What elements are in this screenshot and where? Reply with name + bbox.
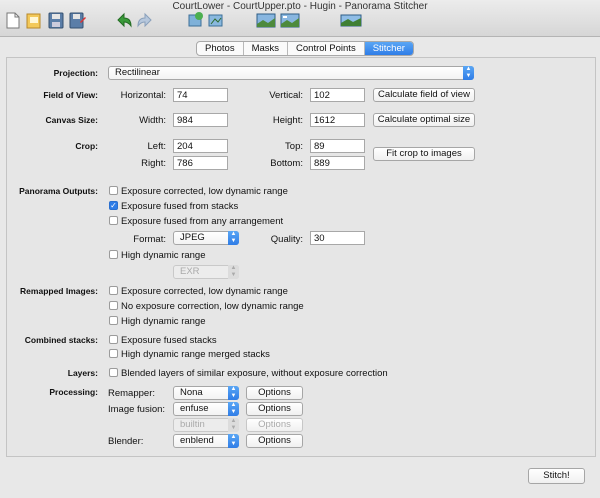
crop-bottom-label: Bottom: — [270, 158, 303, 169]
hdr-format-select[interactable]: EXR ▲ ▼ — [173, 265, 239, 279]
crop-top-field[interactable]: 89 — [310, 139, 365, 153]
horizontal-label: Horizontal: — [120, 90, 166, 101]
open-project-icon[interactable] — [26, 12, 42, 29]
remapper-options-button[interactable]: Options — [246, 386, 303, 400]
tab-bar: Photos Masks Control Points Stitcher — [196, 41, 414, 56]
fov-label: Field of View: — [43, 90, 98, 100]
hdr-merge-value: builtin — [180, 419, 205, 430]
combined-hdr-checkbox[interactable] — [109, 349, 118, 358]
vertical-fov-field[interactable]: 102 — [310, 88, 365, 102]
format-select[interactable]: JPEG ▲ ▼ — [173, 231, 239, 245]
vertical-label: Vertical: — [269, 90, 303, 101]
image-fusion-label: Image fusion: — [108, 404, 166, 415]
blended-layers-checkbox[interactable] — [109, 368, 118, 377]
stitch-icon[interactable] — [340, 12, 362, 29]
chevron-updown-icon: ▲ ▼ — [228, 386, 239, 400]
quality-label: Quality: — [270, 234, 303, 245]
blender-select[interactable]: enblend ▲ ▼ — [173, 434, 239, 448]
crop-bottom-field[interactable]: 889 — [310, 156, 365, 170]
calculate-fov-button[interactable]: Calculate field of view — [373, 88, 475, 102]
tab-control-points[interactable]: Control Points — [288, 42, 365, 55]
remapped-no-correction-label: No exposure correction, low dynamic rang… — [121, 301, 304, 312]
exposure-corrected-ldr-checkbox[interactable] — [109, 186, 118, 195]
height-label: Height: — [272, 115, 303, 126]
remapped-exposure-corrected-checkbox[interactable] — [109, 286, 118, 295]
crop-label: Crop: — [75, 141, 98, 151]
undo-icon[interactable] — [116, 12, 132, 29]
remapper-value: Nona — [180, 387, 203, 398]
canvas-size-label: Canvas Size: — [45, 115, 98, 125]
remapped-hdr-checkbox[interactable] — [109, 316, 118, 325]
remapped-images-label: Remapped Images: — [20, 286, 98, 296]
exposure-fused-any-label: Exposure fused from any arrangement — [121, 216, 284, 227]
window-titlebar: CourtLower - CourtUpper.pto - Hugin - Pa… — [0, 0, 600, 37]
crop-left-label: Left: — [147, 141, 167, 152]
calculate-optimal-size-button[interactable]: Calculate optimal size — [373, 113, 475, 127]
chevron-updown-icon: ▲ ▼ — [228, 231, 239, 245]
crop-right-field[interactable]: 786 — [173, 156, 228, 170]
exposure-fused-any-checkbox[interactable] — [109, 216, 118, 225]
remapped-exposure-corrected-label: Exposure corrected, low dynamic range — [121, 286, 288, 297]
hdr-merge-select[interactable]: builtin ▲ ▼ — [173, 418, 239, 432]
save-as-icon[interactable] — [69, 12, 87, 29]
exposure-fused-stacks-checkbox[interactable]: ✓ — [109, 201, 118, 210]
tab-photos[interactable]: Photos — [197, 42, 244, 55]
width-label: Width: — [139, 115, 166, 126]
image-fusion-value: enfuse — [180, 403, 209, 414]
canvas-width-field[interactable]: 984 — [173, 113, 228, 127]
exposure-corrected-ldr-label: Exposure corrected, low dynamic range — [121, 186, 288, 197]
hdr-merge-options-button[interactable]: Options — [246, 418, 303, 432]
blender-label: Blender: — [108, 436, 144, 447]
window-title: CourtLower - CourtUpper.pto - Hugin - Pa… — [172, 1, 428, 12]
blended-layers-label: Blended layers of similar exposure, with… — [121, 368, 388, 379]
format-value: JPEG — [180, 232, 205, 243]
control-points-icon[interactable] — [208, 12, 224, 29]
chevron-updown-icon: ▲ ▼ — [228, 418, 239, 432]
blender-value: enblend — [180, 435, 214, 446]
crop-top-label: Top: — [285, 141, 303, 152]
exposure-fused-stacks-label: Exposure fused from stacks — [121, 201, 239, 212]
chevron-updown-icon: ▲ ▼ — [228, 402, 239, 416]
layers-label: Layers: — [67, 368, 98, 378]
projection-select[interactable]: Rectilinear ▲ ▼ — [108, 66, 474, 80]
fit-crop-button[interactable]: Fit crop to images — [373, 147, 475, 161]
combined-fused-stacks-checkbox[interactable] — [109, 335, 118, 344]
panorama-hdr-label: High dynamic range — [121, 250, 206, 261]
add-images-icon[interactable] — [188, 12, 204, 29]
format-label: Format: — [133, 234, 166, 245]
tab-masks[interactable]: Masks — [244, 42, 289, 55]
save-icon[interactable] — [48, 12, 64, 29]
chevron-updown-icon: ▲ ▼ — [463, 66, 474, 80]
chevron-updown-icon: ▲ ▼ — [228, 265, 239, 279]
blender-options-button[interactable]: Options — [246, 434, 303, 448]
preview-icon[interactable] — [256, 12, 276, 29]
remapper-select[interactable]: Nona ▲ ▼ — [173, 386, 239, 400]
image-fusion-select[interactable]: enfuse ▲ ▼ — [173, 402, 239, 416]
tab-stitcher[interactable]: Stitcher — [364, 42, 413, 55]
projection-value: Rectilinear — [115, 67, 160, 78]
remapped-no-correction-checkbox[interactable] — [109, 301, 118, 310]
horizontal-fov-field[interactable]: 74 — [173, 88, 228, 102]
redo-icon[interactable] — [137, 12, 153, 29]
bottom-bar — [0, 458, 600, 498]
panorama-outputs-label: Panorama Outputs: — [19, 186, 98, 196]
new-project-icon[interactable] — [6, 12, 20, 29]
chevron-updown-icon: ▲ ▼ — [228, 434, 239, 448]
fusion-options-button[interactable]: Options — [246, 402, 303, 416]
crop-left-field[interactable]: 204 — [173, 139, 228, 153]
crop-right-label: Right: — [141, 158, 166, 169]
fast-preview-icon[interactable] — [280, 12, 300, 29]
panorama-hdr-checkbox[interactable] — [109, 250, 118, 259]
combined-hdr-label: High dynamic range merged stacks — [121, 349, 270, 360]
canvas-height-field[interactable]: 1612 — [310, 113, 365, 127]
remapped-hdr-label: High dynamic range — [121, 316, 206, 327]
combined-stacks-label: Combined stacks: — [24, 335, 98, 345]
hdr-format-value: EXR — [180, 266, 200, 277]
stitch-button[interactable]: Stitch! — [528, 468, 585, 484]
combined-fused-stacks-label: Exposure fused stacks — [121, 335, 217, 346]
projection-label: Projection: — [53, 68, 98, 78]
processing-label: Processing: — [49, 387, 98, 397]
remapper-label: Remapper: — [108, 388, 155, 399]
quality-field[interactable]: 30 — [310, 231, 365, 245]
